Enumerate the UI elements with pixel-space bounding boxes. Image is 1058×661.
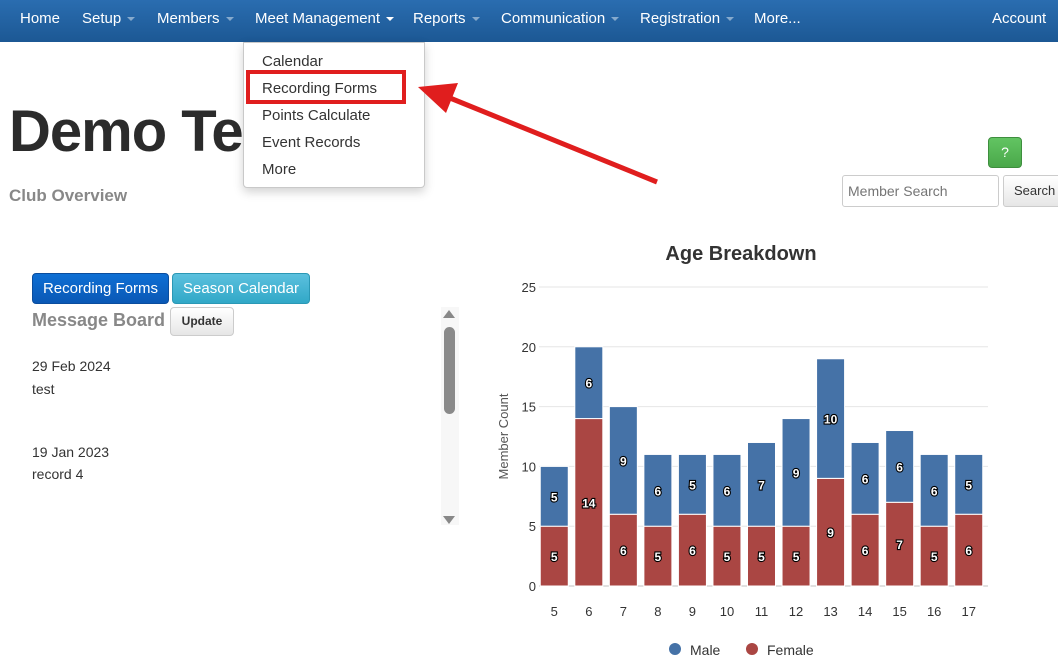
data-label: 5 (551, 490, 558, 504)
search-button[interactable]: Search (1003, 175, 1058, 207)
x-tick-label: 17 (961, 604, 975, 619)
data-label: 6 (585, 377, 592, 391)
recording-forms-button[interactable]: Recording Forms (32, 273, 169, 304)
message-date: 19 Jan 2023 (32, 444, 110, 460)
y-tick-label: 15 (522, 400, 536, 415)
data-label: 14 (582, 496, 596, 510)
message-board-title: Message Board (32, 310, 166, 330)
scroll-up-icon[interactable] (443, 310, 455, 318)
x-tick-label: 10 (720, 604, 734, 619)
x-tick-label: 7 (620, 604, 627, 619)
data-label: 6 (862, 472, 869, 486)
data-label: 5 (724, 550, 731, 564)
message-date: 29 Feb 2024 (32, 358, 111, 374)
y-tick-label: 10 (522, 459, 536, 474)
x-tick-label: 16 (927, 604, 941, 619)
y-tick-label: 25 (522, 280, 536, 295)
data-label: 5 (655, 550, 662, 564)
data-label: 6 (896, 460, 903, 474)
legend-marker (746, 643, 758, 655)
member-search-input[interactable] (842, 175, 999, 207)
data-label: 9 (827, 526, 834, 540)
data-label: 6 (965, 544, 972, 558)
data-label: 7 (896, 538, 903, 552)
data-label: 6 (862, 544, 869, 558)
x-tick-label: 13 (823, 604, 837, 619)
y-axis-label: Member Count (496, 393, 511, 479)
chart-title: Age Breakdown (665, 243, 816, 265)
data-label: 10 (824, 413, 838, 427)
y-tick-label: 5 (529, 519, 536, 534)
x-tick-label: 6 (585, 604, 592, 619)
x-tick-label: 5 (551, 604, 558, 619)
data-label: 9 (620, 454, 627, 468)
x-tick-label: 8 (654, 604, 661, 619)
arrow-shaft (449, 95, 658, 185)
data-label: 5 (689, 478, 696, 492)
help-button[interactable]: ? (988, 137, 1022, 168)
legend-item-female: Female (767, 642, 814, 658)
scroll-down-icon[interactable] (443, 516, 455, 524)
message-text: record 4 (32, 466, 84, 482)
data-label: 5 (965, 478, 972, 492)
update-button[interactable]: Update (170, 307, 234, 336)
message-text: test (32, 381, 55, 397)
data-label: 6 (689, 544, 696, 558)
data-label: 5 (551, 550, 558, 564)
data-label: 5 (931, 550, 938, 564)
legend-marker (669, 643, 681, 655)
data-label: 6 (931, 484, 938, 498)
data-label: 6 (655, 484, 662, 498)
arrow-head-icon (418, 83, 458, 113)
data-label: 5 (793, 550, 800, 564)
y-tick-label: 0 (529, 579, 536, 594)
data-label: 5 (758, 550, 765, 564)
x-tick-label: 15 (892, 604, 906, 619)
x-tick-label: 14 (858, 604, 872, 619)
data-label: 9 (793, 466, 800, 480)
data-label: 6 (724, 484, 731, 498)
y-tick-label: 20 (522, 340, 536, 355)
x-tick-label: 11 (755, 604, 769, 619)
scrollbar-thumb[interactable] (444, 327, 455, 414)
season-calendar-button[interactable]: Season Calendar (172, 273, 310, 304)
age-breakdown-chart: Age Breakdown0510152025Member Count55514… (496, 243, 988, 658)
x-tick-label: 9 (689, 604, 696, 619)
legend-item-male: Male (690, 642, 721, 658)
data-label: 6 (620, 544, 627, 558)
data-label: 7 (758, 478, 765, 492)
x-tick-label: 12 (789, 604, 803, 619)
